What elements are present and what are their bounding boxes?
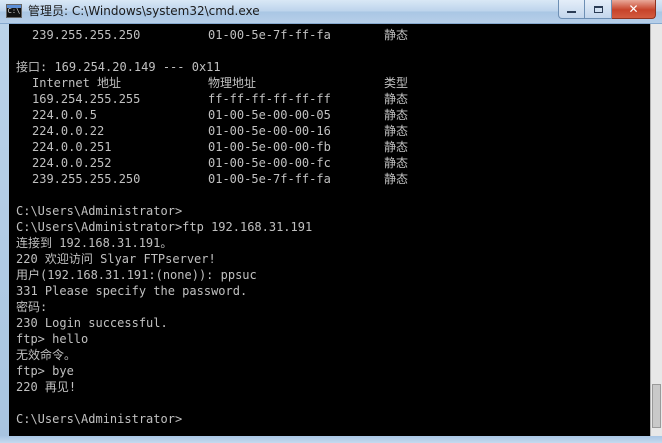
arp-mac: 01-00-5e-7f-ff-fa [208,28,331,42]
arp-mac: ff-ff-ff-ff-ff-ff [208,92,331,106]
arp-ip: 239.255.255.250 [32,172,141,186]
maximize-icon [593,5,603,13]
arp-ip: 224.0.0.5 [32,108,98,122]
vertical-scrollbar[interactable] [650,24,662,436]
arp-table-header: Internet 地址 物理地址 类型 [16,75,408,91]
arp-table-row: 224.0.0.5 01-00-5e-00-00-05 静态 [16,107,408,123]
arp-mac: 01-00-5e-00-00-fc [208,156,331,170]
console-line: 220 再见! [16,380,77,394]
arp-table-row: 239.255.255.250 01-00-5e-7f-ff-fa 静态 [16,171,408,187]
arp-mac: 01-00-5e-7f-ff-fa [208,172,331,186]
arp-header-ip: Internet 地址 [32,76,122,90]
console-line: 220 欢迎访问 Slyar FTPserver! [16,252,216,266]
arp-table-row: 224.0.0.252 01-00-5e-00-00-fc 静态 [16,155,408,171]
arp-type: 静态 [384,140,409,154]
arp-mac: 01-00-5e-00-00-05 [208,108,331,122]
arp-ip: 224.0.0.22 [32,124,105,138]
arp-table-row: 224.0.0.22 01-00-5e-00-00-16 静态 [16,123,408,139]
arp-ip: 224.0.0.251 [32,140,112,154]
minimize-button[interactable] [558,0,585,19]
arp-mac: 01-00-5e-00-00-fb [208,140,331,154]
console-line: 无效命令。 [16,348,77,362]
arp-type: 静态 [384,92,409,106]
console-line: 用户(192.168.31.191:(none)): ppsuc [16,268,257,282]
scrollbar-thumb[interactable] [652,384,661,428]
title-bar[interactable]: C:\ 管理员: C:\Windows\system32\cmd.exe ✕ [0,0,662,24]
console-lines: 239.255.255.250 01-00-5e-7f-ff-fa 静态 接口:… [16,27,408,427]
arp-ip: 224.0.0.252 [32,156,112,170]
console-line: ftp> hello [16,332,89,346]
window-bottom-border [0,436,662,443]
arp-type: 静态 [384,172,409,186]
cmd-window: C:\ 管理员: C:\Windows\system32\cmd.exe ✕ 2… [0,0,662,443]
close-icon: ✕ [628,2,639,16]
arp-ip: 239.255.255.250 [32,28,141,42]
window-title: 管理员: C:\Windows\system32\cmd.exe [28,4,260,18]
console-line: 230 Login successful. [16,316,168,330]
close-button[interactable]: ✕ [612,0,656,19]
console-line: 331 Please specify the password. [16,284,248,298]
window-controls: ✕ [558,0,656,20]
command-prompt[interactable]: C:\Users\Administrator> [16,411,312,427]
arp-type: 静态 [384,108,409,122]
arp-ip: 169.254.255.255 [32,92,141,106]
cmd-app-icon[interactable]: C:\ [6,4,22,18]
console-line: ftp> bye [16,364,74,378]
arp-type: 静态 [384,156,409,170]
minimize-icon [567,11,576,13]
arp-mac: 01-00-5e-00-00-16 [208,124,331,138]
console-line: 连接到 192.168.31.191。 [16,236,173,250]
arp-table-row: 224.0.0.251 01-00-5e-00-00-fb 静态 [16,139,408,155]
console-line: 密码: [16,300,48,314]
arp-table-row: 239.255.255.250 01-00-5e-7f-ff-fa 静态 [16,27,408,43]
arp-header-mac: 物理地址 [208,76,257,90]
arp-type: 静态 [384,28,409,42]
arp-table-row: 169.254.255.255 ff-ff-ff-ff-ff-ff 静态 [16,91,408,107]
console-output[interactable]: 239.255.255.250 01-00-5e-7f-ff-fa 静态 接口:… [9,24,650,436]
maximize-button[interactable] [585,0,612,19]
arp-type: 静态 [384,124,409,138]
arp-header-type: 类型 [384,76,409,90]
